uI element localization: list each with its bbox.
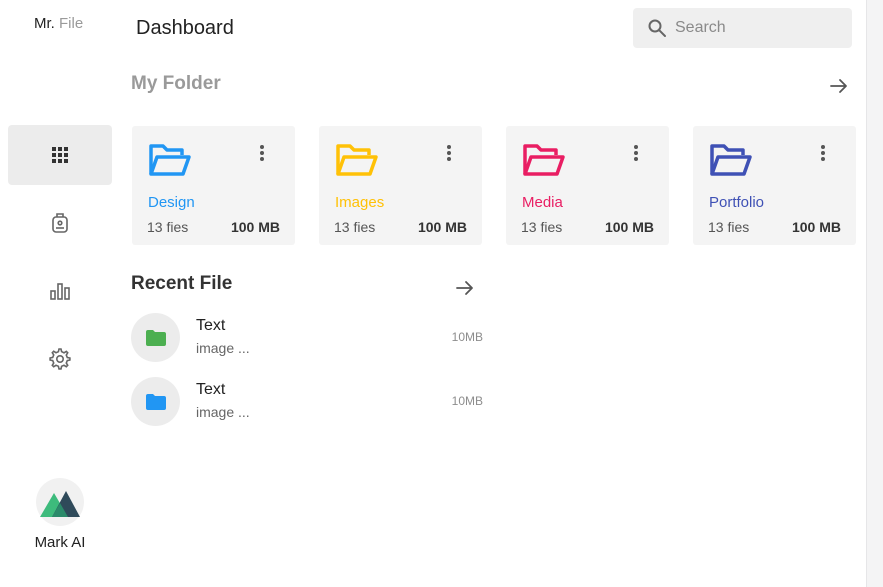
folder-name: Portfolio bbox=[709, 194, 765, 211]
folder-name: Media bbox=[522, 194, 563, 211]
folder-size: 100 MB bbox=[791, 219, 841, 235]
app-logo: Mr. File bbox=[34, 15, 83, 32]
file-type: image ... bbox=[196, 404, 250, 420]
avatar bbox=[36, 478, 84, 526]
file-name: Text bbox=[196, 381, 226, 398]
user-profile[interactable]: Mark AI bbox=[20, 478, 100, 551]
more-vert-icon[interactable] bbox=[439, 144, 459, 166]
arrow-right-icon bbox=[830, 79, 847, 93]
bar-chart-icon bbox=[50, 283, 70, 300]
recent-file-row[interactable]: Text image ... 10MB bbox=[131, 313, 483, 363]
page-title: Dashboard bbox=[136, 17, 234, 39]
folder-card-portfolio[interactable]: Portfolio 13 fies 100 MB bbox=[693, 126, 856, 245]
arrow-right-icon bbox=[456, 281, 473, 295]
file-type: image ... bbox=[196, 340, 250, 356]
file-thumbnail bbox=[131, 313, 180, 362]
file-size: 10MB bbox=[451, 394, 483, 408]
mountain-logo-icon bbox=[40, 491, 80, 517]
folder-size: 100 MB bbox=[230, 219, 280, 235]
folder-card-media[interactable]: Media 13 fies 100 MB bbox=[506, 126, 669, 245]
sidebar-item-settings[interactable] bbox=[8, 329, 112, 389]
file-size: 10MB bbox=[451, 330, 483, 344]
recent-see-all-button[interactable] bbox=[453, 276, 477, 300]
folder-size: 100 MB bbox=[604, 219, 654, 235]
folder-icon bbox=[522, 143, 566, 182]
search-input[interactable] bbox=[673, 18, 837, 38]
recent-file-row[interactable]: Text image ... 10MB bbox=[131, 377, 483, 427]
sidebar-item-stats[interactable] bbox=[8, 261, 112, 321]
recent-file-title: Recent File bbox=[131, 273, 233, 294]
my-folder-see-all-button[interactable] bbox=[827, 74, 851, 98]
more-vert-icon[interactable] bbox=[813, 144, 833, 166]
brand-main: Mr. bbox=[34, 15, 55, 32]
folder-filled-icon bbox=[145, 393, 166, 410]
grid-icon bbox=[52, 147, 68, 163]
window-edge bbox=[866, 0, 883, 587]
folder-name: Images bbox=[335, 194, 385, 211]
my-folder-title: My Folder bbox=[131, 73, 221, 94]
search-icon bbox=[647, 18, 667, 38]
file-thumbnail bbox=[131, 377, 180, 426]
folder-icon bbox=[148, 143, 192, 182]
folder-file-count: 13 fies bbox=[521, 219, 563, 235]
search-box[interactable] bbox=[633, 8, 852, 48]
folder-filled-icon bbox=[145, 329, 166, 346]
more-vert-icon[interactable] bbox=[252, 144, 272, 166]
more-vert-icon[interactable] bbox=[626, 144, 646, 166]
folder-icon bbox=[335, 143, 379, 182]
gear-icon bbox=[49, 348, 71, 370]
file-name: Text bbox=[196, 317, 226, 334]
user-name: Mark AI bbox=[34, 534, 86, 551]
folder-size: 100 MB bbox=[417, 219, 467, 235]
folder-file-count: 13 fies bbox=[708, 219, 750, 235]
brand-sub: File bbox=[59, 15, 84, 32]
sidebar-item-badge[interactable] bbox=[8, 193, 112, 253]
folder-file-count: 13 fies bbox=[334, 219, 376, 235]
sidebar-item-dashboard[interactable] bbox=[8, 125, 112, 185]
folder-file-count: 13 fies bbox=[147, 219, 189, 235]
folder-icon bbox=[709, 143, 753, 182]
folder-card-design[interactable]: Design 13 fies 100 MB bbox=[132, 126, 295, 245]
folder-card-images[interactable]: Images 13 fies 100 MB bbox=[319, 126, 482, 245]
badge-icon bbox=[52, 213, 68, 233]
folder-name: Design bbox=[148, 194, 195, 211]
